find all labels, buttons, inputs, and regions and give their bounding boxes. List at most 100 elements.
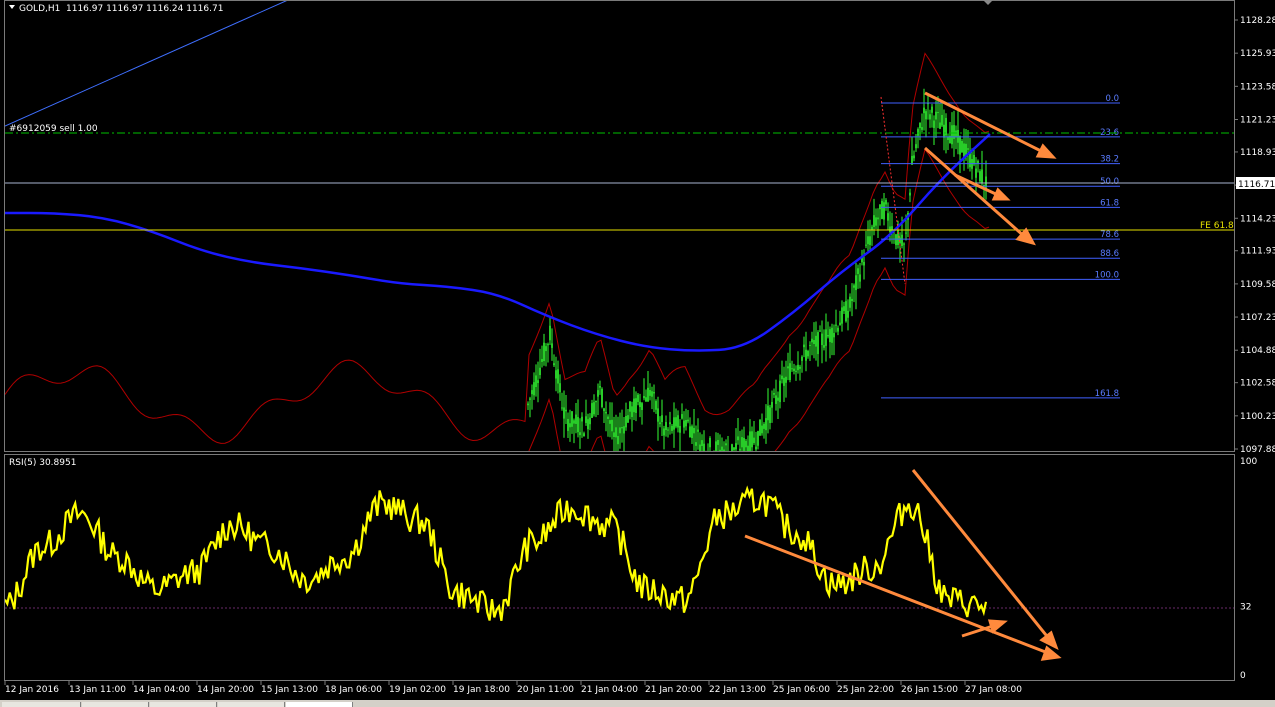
candle-body bbox=[683, 420, 685, 428]
candle-body bbox=[883, 202, 885, 220]
chart-tab[interactable] bbox=[150, 702, 217, 707]
candle-body bbox=[657, 408, 659, 422]
candle-body bbox=[751, 431, 753, 448]
candle-body bbox=[581, 416, 583, 422]
time-tick-label: 15 Jan 13:00 bbox=[261, 685, 318, 695]
candle-body bbox=[535, 375, 537, 388]
candle-body bbox=[793, 368, 795, 372]
candle-body bbox=[593, 402, 595, 415]
candle-body bbox=[539, 367, 541, 376]
candle-body bbox=[611, 419, 613, 432]
candle-body bbox=[577, 417, 579, 433]
candle-body bbox=[835, 324, 837, 326]
candle-body bbox=[877, 217, 879, 220]
candle-body bbox=[851, 298, 853, 302]
current-price-value: 1116.71 bbox=[1238, 180, 1275, 190]
candle-body bbox=[807, 351, 809, 357]
candle-body bbox=[943, 124, 945, 138]
candle-body bbox=[939, 122, 941, 129]
candle-body bbox=[575, 414, 577, 424]
candle-body bbox=[639, 401, 641, 408]
candle-body bbox=[641, 403, 643, 410]
candle-body bbox=[759, 419, 761, 436]
candle-body bbox=[699, 444, 701, 451]
candle-body bbox=[645, 397, 647, 402]
candle-body bbox=[925, 111, 927, 120]
candle-body bbox=[559, 383, 561, 393]
candle-body bbox=[733, 447, 735, 450]
candle-body bbox=[693, 427, 695, 434]
candle-body bbox=[643, 396, 645, 399]
candle-body bbox=[853, 285, 855, 288]
candle-body bbox=[881, 200, 883, 219]
chart-tab-active[interactable] bbox=[286, 702, 353, 707]
candle-body bbox=[661, 415, 663, 423]
price-tick-label: 1128.28 bbox=[1240, 16, 1275, 26]
candle-body bbox=[675, 417, 677, 427]
chart-tab[interactable] bbox=[82, 702, 149, 707]
time-tick-label: 26 Jan 15:00 bbox=[901, 685, 958, 695]
candle-body bbox=[597, 390, 599, 397]
candle-body bbox=[973, 154, 975, 165]
candle-body bbox=[679, 425, 681, 433]
candle-body bbox=[621, 427, 623, 429]
candle-body bbox=[833, 333, 835, 338]
candle-body bbox=[873, 215, 875, 227]
candle-body bbox=[531, 390, 533, 395]
candle-body bbox=[565, 409, 567, 412]
candle-body bbox=[703, 443, 705, 451]
chart-tab[interactable] bbox=[218, 702, 285, 707]
fib-level-label: 38.2 bbox=[1100, 155, 1119, 165]
fib-level-label: 161.8 bbox=[1095, 389, 1119, 399]
candle-body bbox=[809, 345, 811, 347]
candle-body bbox=[795, 370, 797, 372]
fe-label: FE 61.8 bbox=[1200, 221, 1234, 231]
candle-body bbox=[757, 431, 759, 446]
trading-chart[interactable]: 0.023.638.250.061.878.688.6100.0161.8 GO… bbox=[0, 0, 1275, 707]
candle-body bbox=[839, 322, 841, 326]
candle-body bbox=[857, 268, 859, 274]
price-tick-label: 1114.23 bbox=[1240, 214, 1275, 224]
candle-body bbox=[827, 335, 829, 337]
candle-body bbox=[935, 111, 937, 120]
candle-body bbox=[929, 114, 931, 120]
candle-body bbox=[801, 356, 803, 361]
candle-body bbox=[663, 428, 665, 436]
candle-body bbox=[781, 375, 783, 380]
time-tick-label: 19 Jan 02:00 bbox=[389, 685, 446, 695]
candle-body bbox=[775, 395, 777, 404]
candle-body bbox=[979, 171, 981, 182]
candle-body bbox=[783, 377, 785, 386]
candle-body bbox=[719, 449, 721, 451]
candle-body bbox=[681, 414, 683, 419]
candle-body bbox=[825, 329, 827, 346]
price-tick-label: 1111.93 bbox=[1240, 247, 1275, 257]
candle-body bbox=[921, 127, 923, 130]
chart-tab[interactable] bbox=[2, 702, 81, 707]
price-tick-label: 1097.88 bbox=[1240, 445, 1275, 455]
candle-body bbox=[599, 385, 601, 388]
candle-body bbox=[785, 376, 787, 383]
fib-level-label: 100.0 bbox=[1095, 270, 1119, 280]
candle-body bbox=[859, 274, 861, 282]
candle-body bbox=[551, 343, 553, 348]
price-tick-label: 1125.93 bbox=[1240, 49, 1275, 59]
candle-body bbox=[869, 236, 871, 245]
candle-body bbox=[889, 226, 891, 232]
candle-body bbox=[689, 426, 691, 438]
time-tick-label: 14 Jan 04:00 bbox=[133, 685, 190, 695]
candle-body bbox=[769, 407, 771, 423]
candle-body bbox=[917, 129, 919, 136]
candle-body bbox=[571, 411, 573, 427]
time-tick-label: 22 Jan 13:00 bbox=[709, 685, 766, 695]
candle-body bbox=[895, 234, 897, 246]
candle-body bbox=[553, 363, 555, 366]
candle-body bbox=[543, 342, 545, 362]
candle-body bbox=[799, 366, 801, 369]
candle-body bbox=[975, 168, 977, 178]
candle-body bbox=[879, 204, 881, 210]
candle-body bbox=[633, 398, 635, 413]
candle-body bbox=[687, 419, 689, 422]
candle-body bbox=[587, 419, 589, 430]
time-tick-label: 21 Jan 20:00 bbox=[645, 685, 702, 695]
